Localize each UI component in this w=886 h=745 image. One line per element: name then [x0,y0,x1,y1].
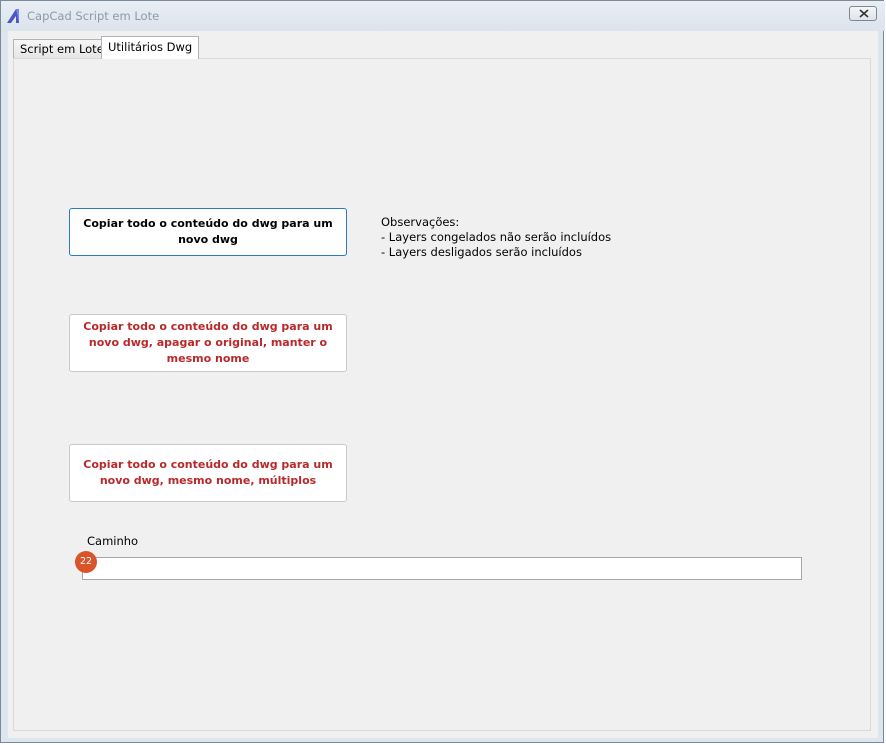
capcad-logo-icon [6,8,22,24]
observation-line: - Layers desligados serão incluídos [381,245,582,259]
copy-to-new-dwg-label: Copiar todo o conteúdo do dwg para um no… [83,217,333,246]
window-client-area: Script em Lote Utilitários Dwg Copiar to… [8,31,878,738]
tab-script-em-lote[interactable]: Script em Lote [13,39,111,58]
app-window: CapCad Script em Lote Script em Lote Uti… [0,0,885,743]
copy-same-name-multiple-button[interactable]: Copiar todo o conteúdo do dwg para um no… [69,444,347,502]
copy-same-name-multiple-label: Copiar todo o conteúdo do dwg para um no… [83,458,333,487]
copy-delete-original-label: Copiar todo o conteúdo do dwg para um no… [83,320,333,365]
window-title: CapCad Script em Lote [27,9,160,23]
path-input[interactable] [82,557,802,580]
copy-to-new-dwg-button[interactable]: Copiar todo o conteúdo do dwg para um no… [69,208,347,256]
observations-note: Observações: - Layers congelados não ser… [381,215,611,260]
copy-delete-original-button[interactable]: Copiar todo o conteúdo do dwg para um no… [69,314,347,372]
close-icon [859,9,869,18]
tab-utilitarios-dwg[interactable]: Utilitários Dwg [101,36,200,59]
title-bar[interactable]: CapCad Script em Lote [1,1,885,31]
tab-panel-utilitarios-dwg: Copiar todo o conteúdo do dwg para um no… [13,58,871,731]
path-label: Caminho [87,534,139,548]
close-button[interactable] [849,6,877,21]
observations-heading: Observações: [381,215,460,229]
notification-badge: 22 [75,551,97,573]
observation-line: - Layers congelados não serão incluídos [381,230,612,244]
